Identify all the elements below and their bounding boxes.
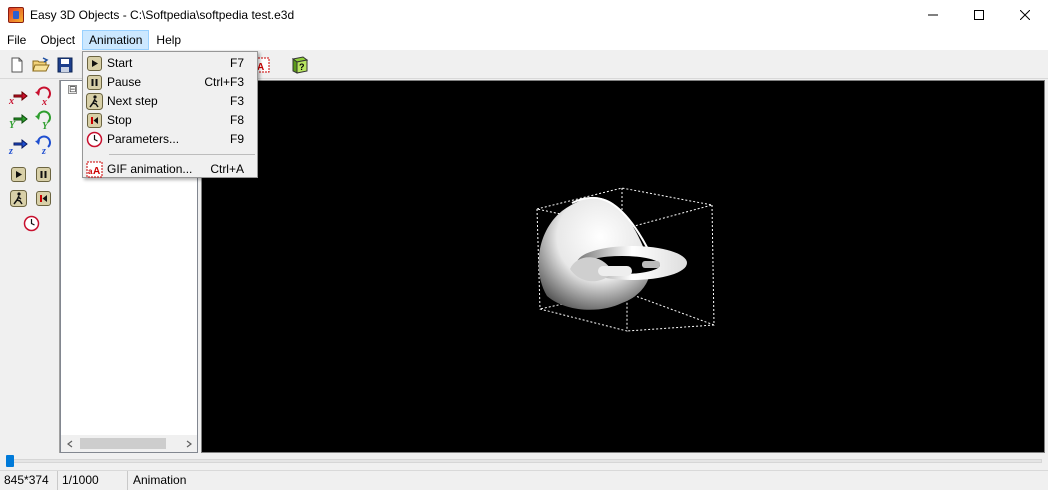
timeline-thumb[interactable] [6,455,14,467]
menu-item-gif-animation[interactable]: aA GIF animation... Ctrl+A [83,160,257,179]
chevron-left-icon [66,440,72,447]
stop-icon [87,113,102,128]
maximize-button[interactable] [956,0,1002,30]
menu-item-label: Stop [107,113,132,127]
clock-icon [86,131,103,148]
rotate-z-button[interactable]: z [33,135,53,155]
gif-icon: aA [86,161,103,178]
tree-collapse-toggle[interactable]: ⊟ [68,85,77,94]
minimize-button[interactable] [910,0,956,30]
chevron-right-icon [186,440,192,447]
status-frame: 1/1000 [58,471,128,490]
menu-item-label: Next step [107,94,158,108]
svg-text:A: A [93,166,100,177]
svg-text:x: x [41,97,47,106]
scroll-right-arrow[interactable] [180,435,197,452]
pause-animation-button[interactable] [33,164,53,184]
menu-item-shortcut: F7 [229,56,244,70]
rotate-x-button[interactable]: x [33,86,53,106]
animation-timeline [0,455,1048,469]
menu-item-start[interactable]: Start F7 [83,54,257,73]
clock-icon [23,215,39,231]
menu-item-shortcut: F9 [229,132,244,146]
window-title: Easy 3D Objects - C:\Softpedia\softpedia… [30,8,295,22]
open-folder-icon [32,57,50,72]
status-dimensions: 845*374 [0,471,58,490]
window-controls [910,0,1048,30]
menu-item-shortcut: F8 [229,113,244,127]
pause-icon [87,75,102,90]
menu-item-label: Start [107,56,133,70]
walk-icon [9,189,27,207]
timeline-track[interactable] [6,459,1042,463]
play-icon [87,56,102,71]
translate-z-button[interactable]: z [8,135,28,155]
menu-item-shortcut: F3 [229,94,244,108]
menu-item-shortcut: Ctrl+F3 [204,75,244,89]
svg-text:x: x [8,96,14,106]
minimize-icon [928,14,938,16]
menu-item-label: GIF animation... [107,162,193,176]
menu-file[interactable]: File [0,30,33,50]
stop-icon [35,190,51,206]
menu-item-parameters[interactable]: Parameters... F9 [83,130,257,149]
close-button[interactable] [1002,0,1048,30]
transform-tools-panel: x x Y Y z z [0,80,60,453]
help-book-icon: ? [291,56,309,74]
scroll-track[interactable] [78,435,180,452]
app-icon [8,7,24,23]
open-file-button[interactable] [31,55,51,75]
help-button[interactable]: ? [290,55,310,75]
3d-object-render [536,187,715,332]
menu-item-label: Parameters... [107,132,180,146]
arrow-x-icon: x [8,90,28,106]
save-button[interactable] [55,55,75,75]
arrow-z-icon: z [8,138,28,155]
start-animation-button[interactable] [8,164,28,184]
status-mode: Animation [133,473,187,487]
rotate-y-icon: Y [35,110,51,130]
next-step-button[interactable] [8,188,28,208]
walk-icon [86,93,103,110]
svg-text:?: ? [299,62,305,72]
svg-text:z: z [8,146,13,155]
new-file-button[interactable] [7,55,27,75]
close-icon [1020,10,1030,20]
menu-bar: File Object Animation Help [0,30,1048,50]
menu-item-pause[interactable]: Pause Ctrl+F3 [83,73,257,92]
svg-text:Y: Y [9,120,16,130]
menu-item-label: Pause [107,75,142,89]
menu-animation[interactable]: Animation [82,30,150,50]
pause-icon [35,166,51,182]
svg-text:A: A [257,62,264,73]
scroll-thumb[interactable] [80,438,166,449]
translate-x-button[interactable]: x [8,86,28,106]
tree-horizontal-scrollbar[interactable] [61,435,197,452]
menu-item-stop[interactable]: Stop F8 [83,111,257,130]
svg-text:z: z [41,146,46,155]
menu-item-shortcut: Ctrl+A [210,162,244,176]
maximize-icon [974,10,984,20]
menu-item-next-step[interactable]: Next step F3 [83,92,257,111]
arrow-y-icon: Y [9,113,28,130]
svg-text:Y: Y [42,121,49,130]
stop-animation-button[interactable] [33,188,53,208]
rotate-y-button[interactable]: Y [33,110,53,130]
menu-separator [109,154,255,155]
rotate-x-icon: x [35,86,51,106]
parameters-button[interactable] [21,213,41,233]
3d-viewport[interactable] [201,80,1045,453]
save-icon [57,57,73,73]
rotate-z-icon: z [35,135,51,155]
new-file-icon [11,57,23,73]
scroll-left-arrow[interactable] [61,435,78,452]
animation-menu: Start F7 Pause Ctrl+F3 Next step F3 Stop… [82,51,258,178]
menu-help[interactable]: Help [149,30,188,50]
play-icon [10,166,26,182]
menu-object[interactable]: Object [33,30,82,50]
translate-y-button[interactable]: Y [8,110,28,130]
status-bar: 845*374 1/1000 Animation [0,470,1048,490]
title-bar: Easy 3D Objects - C:\Softpedia\softpedia… [0,0,1048,30]
